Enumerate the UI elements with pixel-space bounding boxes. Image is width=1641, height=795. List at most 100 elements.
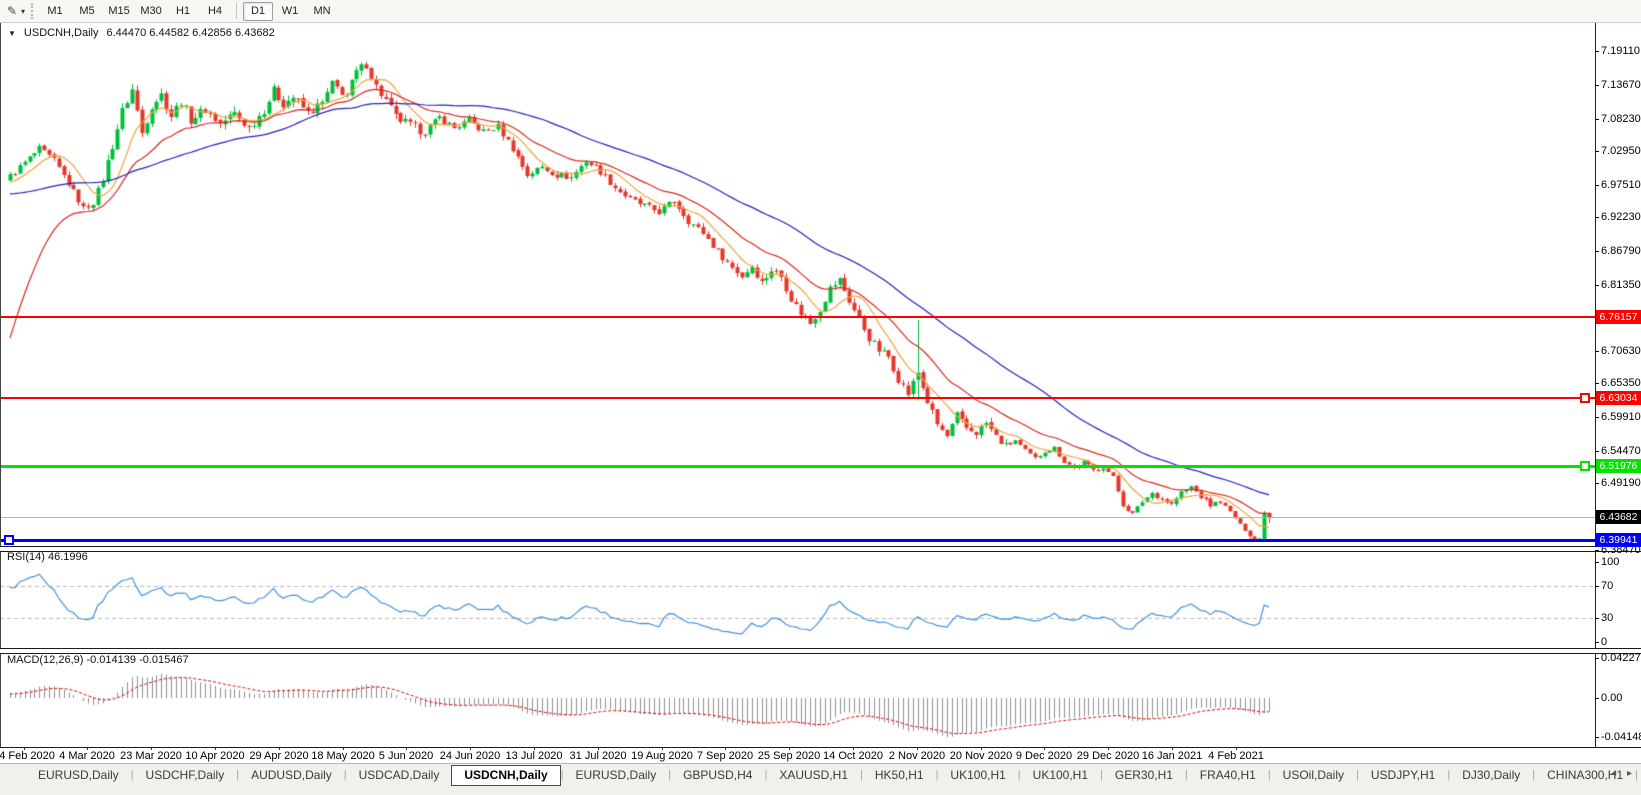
date-tickmark: [789, 747, 790, 750]
rsi-axis-label: 100: [1601, 556, 1619, 568]
timeframe-button-d1[interactable]: D1: [243, 2, 273, 21]
chart-tab-usdchf-daily[interactable]: USDCHF,Daily: [134, 765, 237, 785]
price-axis-label: 6.70630: [1601, 345, 1641, 357]
timeframe-button-h4[interactable]: H4: [200, 2, 230, 21]
chart-tab-fra40-h1[interactable]: FRA40,H1: [1188, 765, 1268, 785]
timeframe-button-m30[interactable]: M30: [136, 2, 166, 21]
price-axis-label: 7.19110: [1601, 45, 1640, 57]
chart-tab-xauusd-h1[interactable]: XAUUSD,H1: [767, 765, 860, 785]
chart-tab-gbpusd-h4[interactable]: GBPUSD,H4: [671, 765, 764, 785]
date-label: 7 Sep 2020: [697, 750, 753, 762]
chart-title: ▼ USDCNH,Daily 6.44470 6.44582 6.42856 6…: [8, 27, 275, 39]
price-axis-tickmark: [1595, 185, 1599, 186]
price-hline[interactable]: [0, 465, 1595, 468]
chart-tab-bar: EURUSD,Daily|USDCHF,Daily|AUDUSD,Daily|U…: [0, 763, 1641, 795]
macd-axis-label: 0.00: [1601, 692, 1622, 704]
price-axis-label: 6.59910: [1601, 411, 1641, 423]
chart-symbol-label: USDCNH,Daily: [24, 27, 99, 39]
macd-pane-divider[interactable]: [0, 648, 1641, 654]
date-label: 14 Oct 2020: [823, 750, 883, 762]
rsi-indicator-label: RSI(14) 46.1996: [7, 551, 88, 563]
chart-tab-audusd-daily[interactable]: AUDUSD,Daily: [239, 765, 344, 785]
date-tickmark: [343, 747, 344, 750]
chart-tab-usoil-daily[interactable]: USOil,Daily: [1271, 765, 1356, 785]
price-hline[interactable]: [0, 539, 1595, 542]
date-label: 23 Mar 2020: [120, 750, 182, 762]
date-tickmark: [1108, 747, 1109, 750]
price-hline[interactable]: [0, 397, 1595, 399]
price-axis-tickmark: [1595, 417, 1599, 418]
date-tickmark: [725, 747, 726, 750]
price-axis-label: 6.97510: [1601, 179, 1641, 191]
toolbar-separator: [236, 3, 237, 19]
price-axis-tickmark: [1595, 119, 1599, 120]
price-axis-tickmark: [1595, 251, 1599, 252]
macd-indicator-label: MACD(12,26,9) -0.014139 -0.015467: [7, 654, 189, 666]
date-tickmark: [151, 747, 152, 750]
price-axis-label: 6.54470: [1601, 445, 1641, 457]
toolbar-grip: [31, 3, 33, 19]
price-axis-tickmark: [1595, 383, 1599, 384]
date-tickmark: [279, 747, 280, 750]
chart-title-dropdown-icon[interactable]: ▼: [8, 29, 16, 38]
tab-scroll-arrows[interactable]: ◂ ▸: [1611, 768, 1636, 779]
timeframe-button-h1[interactable]: H1: [168, 2, 198, 21]
macd-axis-label: -0.04148: [1601, 731, 1641, 743]
date-tickmark: [1044, 747, 1045, 750]
price-axis-tickmark: [1595, 285, 1599, 286]
chart-tab-eurusd-daily[interactable]: EURUSD,Daily: [564, 765, 669, 785]
rsi-axis-label: 30: [1601, 612, 1613, 624]
price-hline-label: 6.39941: [1596, 533, 1641, 547]
chart-tab-usdjpy-h1[interactable]: USDJPY,H1: [1359, 765, 1447, 785]
price-hline[interactable]: [0, 316, 1595, 318]
date-label: 20 Nov 2020: [950, 750, 1012, 762]
date-label: 19 Aug 2020: [631, 750, 693, 762]
date-label: 18 May 2020: [311, 750, 375, 762]
pencil-draw-tool-icon[interactable]: ✎: [3, 2, 21, 20]
rsi-axis-tickmark: [1595, 586, 1599, 587]
price-hline-label: 6.63034: [1596, 391, 1641, 405]
price-axis-tickmark: [1595, 151, 1599, 152]
price-hline-handle[interactable]: [1580, 461, 1590, 471]
price-hline-handle[interactable]: [4, 535, 14, 545]
rsi-axis-label: 0: [1601, 636, 1607, 648]
chart-tab-usdcad-daily[interactable]: USDCAD,Daily: [347, 765, 452, 785]
date-label: 29 Dec 2020: [1077, 750, 1139, 762]
chart-tab-dj30-daily[interactable]: DJ30,Daily: [1450, 765, 1532, 785]
date-tickmark: [981, 747, 982, 750]
price-axis-label: 6.92230: [1601, 211, 1641, 223]
date-tickmark: [853, 747, 854, 750]
timeframe-button-m15[interactable]: M15: [104, 2, 134, 21]
timeframe-button-mn[interactable]: MN: [307, 2, 337, 21]
timeframe-button-m5[interactable]: M5: [72, 2, 102, 21]
current-price-line: [0, 517, 1595, 518]
date-label: 29 Apr 2020: [249, 750, 308, 762]
price-axis-tickmark: [1595, 550, 1599, 551]
date-tickmark: [1236, 747, 1237, 750]
chart-tab-ger30-h1[interactable]: GER30,H1: [1103, 765, 1185, 785]
timeframe-button-m1[interactable]: M1: [40, 2, 70, 21]
chart-tab-uk100-h1[interactable]: UK100,H1: [1021, 765, 1100, 785]
price-hline-handle[interactable]: [1580, 393, 1590, 403]
price-hline-label: 6.51976: [1596, 459, 1641, 473]
date-tickmark: [1172, 747, 1173, 750]
chart-tab-uk100-h1[interactable]: UK100,H1: [938, 765, 1017, 785]
date-tickmark: [534, 747, 535, 750]
macd-axis-tickmark: [1595, 737, 1599, 738]
date-label: 2 Nov 2020: [889, 750, 945, 762]
chart-tab-hk50-h1[interactable]: HK50,H1: [863, 765, 936, 785]
price-hline-label: 6.76157: [1596, 310, 1641, 324]
rsi-pane-divider[interactable]: [0, 546, 1641, 552]
date-label: 4 Mar 2020: [59, 750, 115, 762]
date-label: 9 Dec 2020: [1016, 750, 1072, 762]
price-axis-tickmark: [1595, 51, 1599, 52]
date-label: 10 Apr 2020: [185, 750, 244, 762]
date-tickmark: [406, 747, 407, 750]
tool-dropdown-arrow-icon[interactable]: ▾: [21, 7, 25, 16]
chart-tab-usdcnh-daily[interactable]: USDCNH,Daily: [451, 765, 560, 786]
chart-tab-eurusd-daily[interactable]: EURUSD,Daily: [26, 765, 131, 785]
macd-axis-tickmark: [1595, 658, 1599, 659]
timeframe-button-w1[interactable]: W1: [275, 2, 305, 21]
date-tickmark: [87, 747, 88, 750]
current-price-label: 6.43682: [1596, 510, 1641, 524]
